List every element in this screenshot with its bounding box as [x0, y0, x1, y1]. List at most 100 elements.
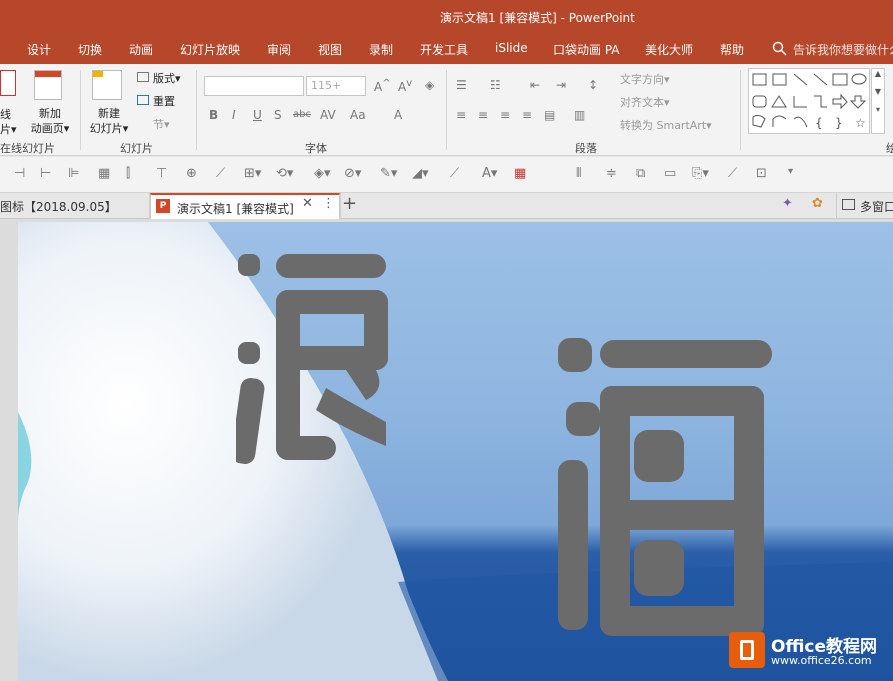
- tab-design[interactable]: 设计: [27, 41, 51, 58]
- divider: [80, 70, 81, 150]
- align-middle-icon[interactable]: ⊕: [186, 166, 197, 181]
- shapes-gallery[interactable]: { } ☆: [748, 68, 870, 134]
- tab-transitions[interactable]: 切换: [78, 41, 102, 58]
- settings-icon[interactable]: ✿: [812, 196, 823, 211]
- crop-icon[interactable]: ⊡: [756, 166, 767, 181]
- tell-me-box[interactable]: 告诉我你想要做什么: [793, 41, 893, 58]
- tab-icons-doc[interactable]: 图标【2018.09.05】: [0, 193, 150, 219]
- tab-view[interactable]: 视图: [318, 41, 342, 58]
- align-text-button[interactable]: 对齐文本▾: [620, 94, 670, 110]
- shadow-icon[interactable]: S: [274, 108, 282, 122]
- pen-icon[interactable]: ✎▾: [380, 166, 397, 181]
- magic-icon[interactable]: ✦: [782, 196, 793, 211]
- ribbon: 线 片▾ 在线幻灯片 新加 动画页▾ 新建 幻灯片▾ 版式▾ 重置 节▾ 幻灯片…: [0, 64, 893, 156]
- group-label-paragraph: 段落: [575, 142, 597, 155]
- outline-icon[interactable]: ⊘▾: [344, 166, 361, 181]
- align-icon[interactable]: ⊢: [40, 166, 51, 181]
- tab-record[interactable]: 录制: [369, 41, 393, 58]
- grow-font-icon[interactable]: A^: [374, 78, 391, 94]
- distribute-v-icon[interactable]: ≑: [606, 166, 617, 181]
- ppt-slide-icon[interactable]: [0, 70, 16, 96]
- partial-label-2: 片▾: [0, 123, 17, 136]
- font-color-icon[interactable]: A▾: [482, 166, 497, 181]
- active-tab-label: 演示文稿1 [兼容模式]: [177, 202, 294, 216]
- divider: [340, 193, 341, 219]
- gallery-scroll[interactable]: ▲ ▼ ▾: [871, 68, 885, 134]
- strikethrough-icon[interactable]: abc: [293, 109, 311, 120]
- tab-help[interactable]: 帮助: [720, 41, 744, 58]
- tab-slideshow[interactable]: 幻灯片放映: [180, 41, 240, 58]
- align-top-icon[interactable]: ⊤: [156, 166, 167, 181]
- new-animation-page-icon[interactable]: [34, 70, 62, 100]
- close-icon[interactable]: ✕: [302, 196, 313, 211]
- font-name-field[interactable]: [204, 76, 304, 96]
- new-slide-button[interactable]: 新建 幻灯片▾: [84, 106, 134, 136]
- distribute-icon[interactable]: ▤: [544, 108, 555, 122]
- pointer-icon[interactable]: ⟲▾: [276, 166, 293, 181]
- section-button[interactable]: 节▾: [153, 116, 170, 132]
- increase-indent-icon[interactable]: ⇥: [556, 78, 566, 92]
- layout-icon: [137, 72, 149, 82]
- add-tab-icon[interactable]: +: [342, 193, 357, 214]
- grid-icon[interactable]: ▦: [98, 166, 110, 181]
- tab-review[interactable]: 审阅: [267, 41, 291, 58]
- italic-icon[interactable]: I: [232, 108, 236, 122]
- watermark-url: www.office26.com: [771, 654, 872, 667]
- font-size-field[interactable]: 115+: [306, 76, 366, 96]
- tab-islide[interactable]: iSlide: [495, 41, 528, 55]
- tab-beautify[interactable]: 美化大师: [645, 41, 693, 58]
- ribbon-tab-bar: 设计 切换 动画 幻灯片放映 审阅 视图 录制 开发工具 iSlide 口袋动画…: [0, 34, 893, 64]
- tab-animations[interactable]: 动画: [129, 41, 153, 58]
- tab-developer[interactable]: 开发工具: [420, 41, 468, 58]
- shapes-gallery-icons: { } ☆: [752, 73, 867, 130]
- text-fill-icon[interactable]: ◢▾: [412, 166, 429, 181]
- underline-icon[interactable]: U: [253, 108, 262, 122]
- fill-icon[interactable]: ◈▾: [314, 166, 331, 181]
- textbox-icon[interactable]: ▭: [664, 166, 676, 181]
- bold-icon[interactable]: B: [209, 108, 218, 122]
- stack-icon[interactable]: ⧉: [636, 166, 645, 181]
- align-icon[interactable]: ⊫: [68, 166, 79, 181]
- group-icon[interactable]: ⊞▾: [244, 166, 261, 181]
- divider: [836, 193, 837, 219]
- line-spacing-icon[interactable]: ↕: [588, 78, 598, 92]
- tab-pocket-animation[interactable]: 口袋动画 PA: [553, 41, 620, 58]
- copy-format-icon[interactable]: ⎘▾: [692, 166, 709, 181]
- more-icon[interactable]: ⋮: [322, 196, 335, 211]
- decrease-indent-icon[interactable]: ⇤: [530, 78, 540, 92]
- reset-icon: [137, 95, 149, 105]
- layout-button[interactable]: 版式▾: [153, 70, 181, 86]
- multi-window-button[interactable]: 多窗口: [860, 193, 893, 219]
- svg-text:☆: ☆: [855, 116, 866, 130]
- group-label-drawing: 绘: [886, 142, 893, 155]
- reset-button[interactable]: 重置: [153, 93, 175, 109]
- new-slide-icon[interactable]: [92, 70, 122, 100]
- new-animation-page-button[interactable]: 新加 动画页▾: [27, 106, 73, 136]
- align-left-icon[interactable]: ≡: [456, 108, 466, 122]
- clear-format-icon[interactable]: ◈: [425, 78, 434, 92]
- columns-icon[interactable]: ▥: [574, 108, 585, 122]
- bullets-icon[interactable]: ☰: [456, 78, 467, 92]
- convert-smartart-button[interactable]: 转换为 SmartArt▾: [620, 117, 712, 133]
- align-center-icon[interactable]: ≡: [478, 108, 488, 122]
- ppt-file-icon: P: [156, 199, 170, 213]
- eyedropper-icon[interactable]: ⟋: [216, 166, 225, 181]
- char-spacing-icon[interactable]: AV: [320, 108, 336, 122]
- align-right-icon[interactable]: ≡: [500, 108, 510, 122]
- color-grid-icon[interactable]: ▦: [514, 166, 526, 181]
- brush-icon[interactable]: ⟋: [728, 166, 737, 181]
- justify-icon[interactable]: ≡: [522, 108, 532, 122]
- text-direction-button[interactable]: 文字方向▾: [620, 71, 670, 87]
- shrink-font-icon[interactable]: Av: [398, 78, 412, 94]
- distribute-icon[interactable]: ⫿: [126, 166, 130, 181]
- watermark: Office教程网 www.office26.com: [729, 628, 889, 676]
- font-color-icon[interactable]: A: [394, 108, 402, 122]
- numbering-icon[interactable]: ☷: [490, 78, 501, 92]
- more-icon[interactable]: ▾: [788, 166, 793, 177]
- search-icon[interactable]: [772, 41, 787, 56]
- slide-canvas[interactable]: [18, 222, 893, 681]
- change-case-icon[interactable]: Aa: [350, 108, 366, 122]
- align-icon[interactable]: ⊣: [14, 166, 25, 181]
- distribute-h-icon[interactable]: ⫴: [576, 166, 581, 181]
- eyedropper-icon[interactable]: ⟋: [450, 166, 459, 181]
